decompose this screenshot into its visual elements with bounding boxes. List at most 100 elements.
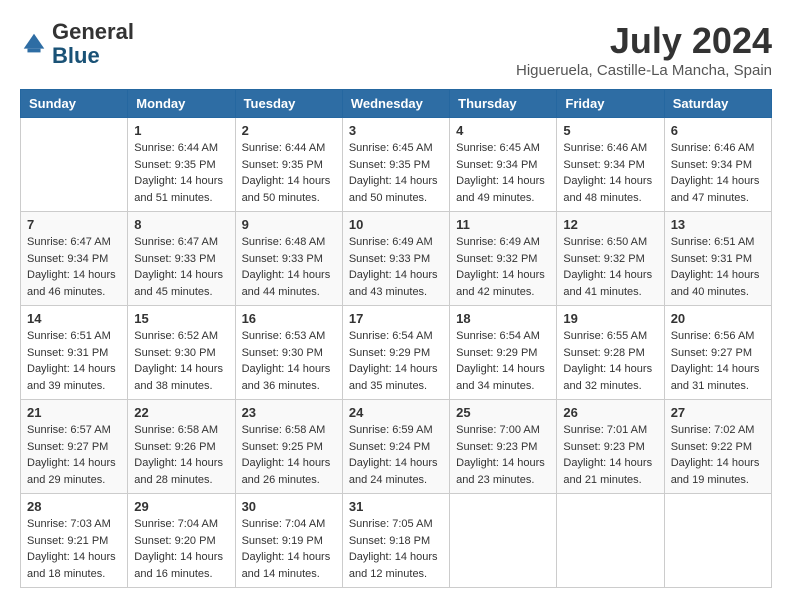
day-number: 2 [242, 123, 336, 138]
header-saturday: Saturday [664, 90, 771, 118]
sunset-time: Sunset: 9:34 PM [456, 159, 537, 171]
calendar-table: Sunday Monday Tuesday Wednesday Thursday… [20, 89, 772, 588]
sunset-time: Sunset: 9:22 PM [671, 441, 752, 453]
header-sunday: Sunday [21, 90, 128, 118]
table-row: 17 Sunrise: 6:54 AM Sunset: 9:29 PM Dayl… [342, 306, 449, 400]
daylight-hours: Daylight: 14 hours and 32 minutes. [563, 363, 652, 392]
sunrise-time: Sunrise: 6:45 AM [349, 142, 433, 154]
table-row: 11 Sunrise: 6:49 AM Sunset: 9:32 PM Dayl… [450, 212, 557, 306]
sunrise-time: Sunrise: 6:46 AM [671, 142, 755, 154]
calendar-row: 1 Sunrise: 6:44 AM Sunset: 9:35 PM Dayli… [21, 118, 772, 212]
sunset-time: Sunset: 9:33 PM [349, 253, 430, 265]
sunset-time: Sunset: 9:26 PM [134, 441, 215, 453]
table-row [21, 118, 128, 212]
sunrise-time: Sunrise: 6:45 AM [456, 142, 540, 154]
daylight-hours: Daylight: 14 hours and 51 minutes. [134, 175, 223, 204]
daylight-hours: Daylight: 14 hours and 47 minutes. [671, 175, 760, 204]
daylight-hours: Daylight: 14 hours and 16 minutes. [134, 551, 223, 580]
table-row: 7 Sunrise: 6:47 AM Sunset: 9:34 PM Dayli… [21, 212, 128, 306]
header-friday: Friday [557, 90, 664, 118]
day-number: 10 [349, 217, 443, 232]
sunset-time: Sunset: 9:28 PM [563, 347, 644, 359]
table-row: 1 Sunrise: 6:44 AM Sunset: 9:35 PM Dayli… [128, 118, 235, 212]
daylight-hours: Daylight: 14 hours and 35 minutes. [349, 363, 438, 392]
day-number: 13 [671, 217, 765, 232]
daylight-hours: Daylight: 14 hours and 26 minutes. [242, 457, 331, 486]
day-number: 7 [27, 217, 121, 232]
day-number: 15 [134, 311, 228, 326]
table-row: 10 Sunrise: 6:49 AM Sunset: 9:33 PM Dayl… [342, 212, 449, 306]
sunset-time: Sunset: 9:27 PM [27, 441, 108, 453]
day-info: Sunrise: 6:56 AM Sunset: 9:27 PM Dayligh… [671, 328, 765, 394]
sunrise-time: Sunrise: 6:49 AM [349, 236, 433, 248]
table-row [557, 494, 664, 588]
day-info: Sunrise: 7:00 AM Sunset: 9:23 PM Dayligh… [456, 422, 550, 488]
day-info: Sunrise: 6:45 AM Sunset: 9:34 PM Dayligh… [456, 140, 550, 206]
table-row: 13 Sunrise: 6:51 AM Sunset: 9:31 PM Dayl… [664, 212, 771, 306]
sunrise-time: Sunrise: 6:51 AM [27, 330, 111, 342]
daylight-hours: Daylight: 14 hours and 50 minutes. [242, 175, 331, 204]
sunset-time: Sunset: 9:23 PM [563, 441, 644, 453]
sunset-time: Sunset: 9:30 PM [134, 347, 215, 359]
day-number: 11 [456, 217, 550, 232]
day-number: 8 [134, 217, 228, 232]
daylight-hours: Daylight: 14 hours and 19 minutes. [671, 457, 760, 486]
daylight-hours: Daylight: 14 hours and 28 minutes. [134, 457, 223, 486]
table-row: 4 Sunrise: 6:45 AM Sunset: 9:34 PM Dayli… [450, 118, 557, 212]
day-info: Sunrise: 6:46 AM Sunset: 9:34 PM Dayligh… [563, 140, 657, 206]
sunset-time: Sunset: 9:34 PM [563, 159, 644, 171]
table-row: 6 Sunrise: 6:46 AM Sunset: 9:34 PM Dayli… [664, 118, 771, 212]
daylight-hours: Daylight: 14 hours and 34 minutes. [456, 363, 545, 392]
day-info: Sunrise: 6:52 AM Sunset: 9:30 PM Dayligh… [134, 328, 228, 394]
sunset-time: Sunset: 9:29 PM [349, 347, 430, 359]
table-row: 16 Sunrise: 6:53 AM Sunset: 9:30 PM Dayl… [235, 306, 342, 400]
table-row: 28 Sunrise: 7:03 AM Sunset: 9:21 PM Dayl… [21, 494, 128, 588]
day-info: Sunrise: 6:55 AM Sunset: 9:28 PM Dayligh… [563, 328, 657, 394]
day-info: Sunrise: 6:49 AM Sunset: 9:33 PM Dayligh… [349, 234, 443, 300]
sunrise-time: Sunrise: 6:50 AM [563, 236, 647, 248]
header-tuesday: Tuesday [235, 90, 342, 118]
day-info: Sunrise: 6:54 AM Sunset: 9:29 PM Dayligh… [349, 328, 443, 394]
sunrise-time: Sunrise: 6:44 AM [134, 142, 218, 154]
sunrise-time: Sunrise: 6:53 AM [242, 330, 326, 342]
sunrise-time: Sunrise: 7:05 AM [349, 518, 433, 530]
sunrise-time: Sunrise: 6:47 AM [134, 236, 218, 248]
table-row: 15 Sunrise: 6:52 AM Sunset: 9:30 PM Dayl… [128, 306, 235, 400]
month-title: July 2024 [516, 20, 772, 62]
sunset-time: Sunset: 9:18 PM [349, 535, 430, 547]
day-info: Sunrise: 6:53 AM Sunset: 9:30 PM Dayligh… [242, 328, 336, 394]
day-info: Sunrise: 6:44 AM Sunset: 9:35 PM Dayligh… [134, 140, 228, 206]
table-row: 2 Sunrise: 6:44 AM Sunset: 9:35 PM Dayli… [235, 118, 342, 212]
calendar-row: 7 Sunrise: 6:47 AM Sunset: 9:34 PM Dayli… [21, 212, 772, 306]
sunset-time: Sunset: 9:30 PM [242, 347, 323, 359]
table-row: 23 Sunrise: 6:58 AM Sunset: 9:25 PM Dayl… [235, 400, 342, 494]
sunrise-time: Sunrise: 6:57 AM [27, 424, 111, 436]
day-info: Sunrise: 6:51 AM Sunset: 9:31 PM Dayligh… [27, 328, 121, 394]
logo: General Blue [20, 20, 134, 68]
logo-icon [20, 30, 48, 58]
sunset-time: Sunset: 9:29 PM [456, 347, 537, 359]
sunrise-time: Sunrise: 7:04 AM [134, 518, 218, 530]
table-row: 18 Sunrise: 6:54 AM Sunset: 9:29 PM Dayl… [450, 306, 557, 400]
title-block: July 2024 Higueruela, Castille-La Mancha… [516, 20, 772, 79]
sunset-time: Sunset: 9:35 PM [134, 159, 215, 171]
sunset-time: Sunset: 9:33 PM [134, 253, 215, 265]
daylight-hours: Daylight: 14 hours and 40 minutes. [671, 269, 760, 298]
table-row: 26 Sunrise: 7:01 AM Sunset: 9:23 PM Dayl… [557, 400, 664, 494]
day-info: Sunrise: 6:59 AM Sunset: 9:24 PM Dayligh… [349, 422, 443, 488]
table-row [664, 494, 771, 588]
sunrise-time: Sunrise: 6:51 AM [671, 236, 755, 248]
sunset-time: Sunset: 9:35 PM [242, 159, 323, 171]
day-info: Sunrise: 6:57 AM Sunset: 9:27 PM Dayligh… [27, 422, 121, 488]
day-info: Sunrise: 6:44 AM Sunset: 9:35 PM Dayligh… [242, 140, 336, 206]
daylight-hours: Daylight: 14 hours and 48 minutes. [563, 175, 652, 204]
day-number: 30 [242, 499, 336, 514]
sunset-time: Sunset: 9:19 PM [242, 535, 323, 547]
daylight-hours: Daylight: 14 hours and 18 minutes. [27, 551, 116, 580]
day-info: Sunrise: 7:04 AM Sunset: 9:19 PM Dayligh… [242, 516, 336, 582]
sunset-time: Sunset: 9:25 PM [242, 441, 323, 453]
table-row: 24 Sunrise: 6:59 AM Sunset: 9:24 PM Dayl… [342, 400, 449, 494]
day-number: 1 [134, 123, 228, 138]
table-row: 31 Sunrise: 7:05 AM Sunset: 9:18 PM Dayl… [342, 494, 449, 588]
table-row: 30 Sunrise: 7:04 AM Sunset: 9:19 PM Dayl… [235, 494, 342, 588]
